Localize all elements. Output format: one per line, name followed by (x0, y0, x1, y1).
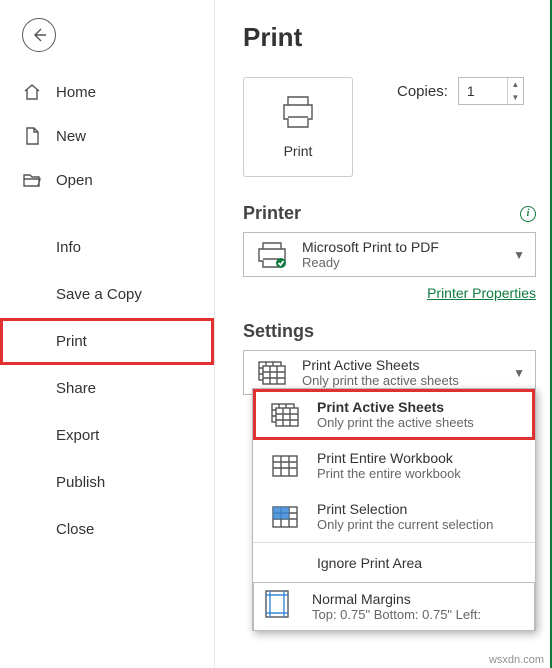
margins-dropdown[interactable]: Normal Margins Top: 0.75" Bottom: 0.75" … (253, 582, 535, 630)
nav-new-label: New (56, 128, 86, 145)
selection-icon (267, 504, 303, 530)
printer-large-icon (278, 95, 318, 129)
print-what-title: Print Active Sheets (302, 357, 501, 373)
print-button[interactable]: Print (243, 77, 353, 177)
watermark: wsxdn.com (489, 654, 544, 666)
page-title: Print (243, 22, 536, 53)
copies-label: Copies: (397, 83, 448, 100)
document-icon (22, 126, 42, 146)
nav-export[interactable]: Export (0, 412, 214, 459)
print-button-label: Print (284, 143, 313, 159)
printer-properties-link[interactable]: Printer Properties (427, 285, 536, 301)
settings-section-title: Settings (243, 321, 536, 342)
printer-section-title: Printer i (243, 203, 536, 224)
nav-home[interactable]: Home (0, 70, 214, 114)
nav-close[interactable]: Close (0, 506, 214, 553)
back-button[interactable] (22, 18, 56, 52)
nav-open[interactable]: Open (0, 158, 214, 202)
workbook-icon (267, 453, 303, 479)
nav-save-copy[interactable]: Save a Copy (0, 271, 214, 318)
printer-status: Ready (302, 255, 501, 270)
menu-ignore-print-area[interactable]: Ignore Print Area (253, 543, 535, 583)
print-what-menu: Print Active Sheets Only print the activ… (252, 388, 536, 631)
printer-dropdown[interactable]: Microsoft Print to PDF Ready ▼ (243, 232, 536, 277)
copies-value: 1 (459, 83, 507, 99)
menu-print-active-sheets[interactable]: Print Active Sheets Only print the activ… (253, 389, 535, 440)
folder-open-icon (22, 170, 42, 190)
copies-decrement[interactable]: ▼ (508, 91, 523, 104)
margins-icon (264, 589, 300, 624)
printer-icon (254, 241, 290, 269)
home-icon (22, 82, 42, 102)
nav-home-label: Home (56, 84, 96, 101)
nav-new[interactable]: New (0, 114, 214, 158)
menu-print-entire-workbook[interactable]: Print Entire Workbook Print the entire w… (253, 440, 535, 491)
sheets-icon (254, 360, 290, 386)
printer-name: Microsoft Print to PDF (302, 239, 501, 255)
copies-spinner[interactable]: 1 ▲ ▼ (458, 77, 524, 105)
printer-info-icon[interactable]: i (520, 206, 536, 222)
nav-share[interactable]: Share (0, 365, 214, 412)
nav-info[interactable]: Info (0, 224, 214, 271)
arrow-left-icon (31, 27, 47, 43)
copies-increment[interactable]: ▲ (508, 78, 523, 91)
menu-print-selection[interactable]: Print Selection Only print the current s… (253, 491, 535, 542)
nav-print[interactable]: Print (0, 318, 214, 365)
chevron-down-icon: ▼ (513, 366, 525, 380)
sheets-icon (267, 402, 303, 428)
print-what-sub: Only print the active sheets (302, 373, 501, 388)
sidebar: Home New Open Info Save a Copy Print Sha… (0, 0, 215, 668)
nav-publish[interactable]: Publish (0, 459, 214, 506)
chevron-down-icon: ▼ (513, 248, 525, 262)
nav-open-label: Open (56, 172, 93, 189)
